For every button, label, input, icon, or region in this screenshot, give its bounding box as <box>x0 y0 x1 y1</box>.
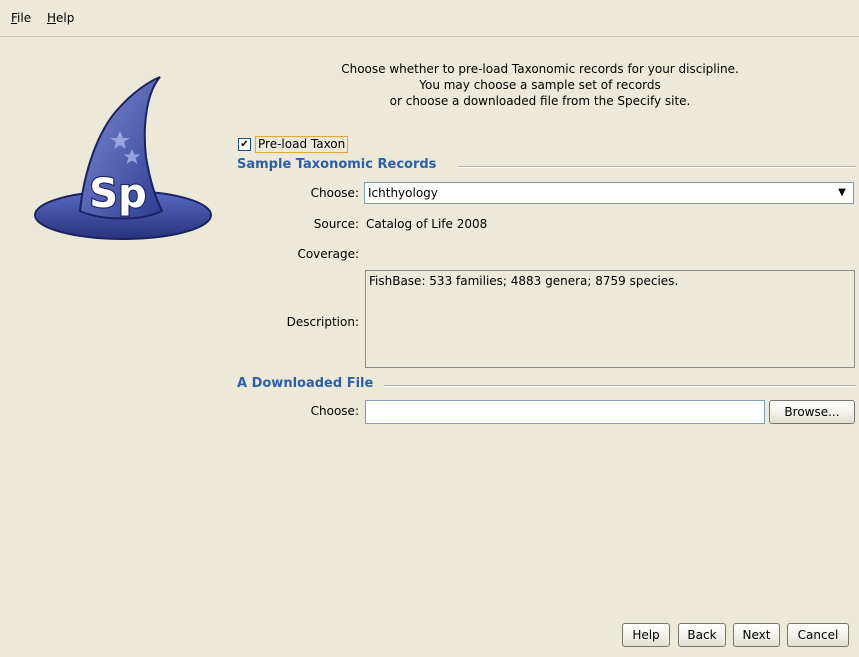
cancel-button[interactable]: Cancel <box>787 623 849 647</box>
source-label: Source: <box>313 217 359 231</box>
logo-text: Sp <box>89 171 146 217</box>
coverage-label: Coverage: <box>297 247 359 261</box>
intro-line-2: You may choose a sample set of records <box>419 78 661 92</box>
source-value: Catalog of Life 2008 <box>366 217 488 231</box>
description-textarea[interactable]: FishBase: 533 families; 4883 genera; 875… <box>365 270 855 368</box>
menu-help[interactable]: Help <box>47 11 74 25</box>
file-path-input[interactable] <box>365 400 765 424</box>
intro-text: Choose whether to pre-load Taxonomic rec… <box>240 61 840 109</box>
description-value: FishBase: 533 families; 4883 genera; 875… <box>369 274 679 288</box>
chevron-down-icon[interactable]: ▼ <box>835 186 849 200</box>
description-label: Description: <box>286 315 359 329</box>
section-divider <box>458 166 856 168</box>
help-button[interactable]: Help <box>622 623 670 647</box>
section-divider <box>384 385 856 387</box>
preload-taxon-checkbox[interactable]: ✔ <box>238 138 251 151</box>
browse-button[interactable]: Browse... <box>769 400 855 424</box>
downloaded-file-section-title: A Downloaded File <box>237 376 374 391</box>
intro-line-3: or choose a downloaded file from the Spe… <box>389 94 691 108</box>
specify-wizard-hat-logo: Sp <box>34 76 212 240</box>
taxon-discipline-select[interactable]: Ichthyology ▼ <box>364 182 854 204</box>
select-value: Ichthyology <box>368 186 438 200</box>
sample-choose-label: Choose: <box>310 186 359 200</box>
menu-file[interactable]: File <box>11 11 31 25</box>
menu-bar: File Help <box>0 0 859 37</box>
back-button[interactable]: Back <box>678 623 726 647</box>
file-choose-label: Choose: <box>310 404 359 418</box>
next-button[interactable]: Next <box>733 623 780 647</box>
sample-records-section-title: Sample Taxonomic Records <box>237 157 437 172</box>
intro-line-1: Choose whether to pre-load Taxonomic rec… <box>341 62 739 76</box>
preload-taxon-label[interactable]: Pre-load Taxon <box>255 136 349 153</box>
wizard-panel: Sp Choose whether to pre-load Taxonomic … <box>0 37 859 657</box>
